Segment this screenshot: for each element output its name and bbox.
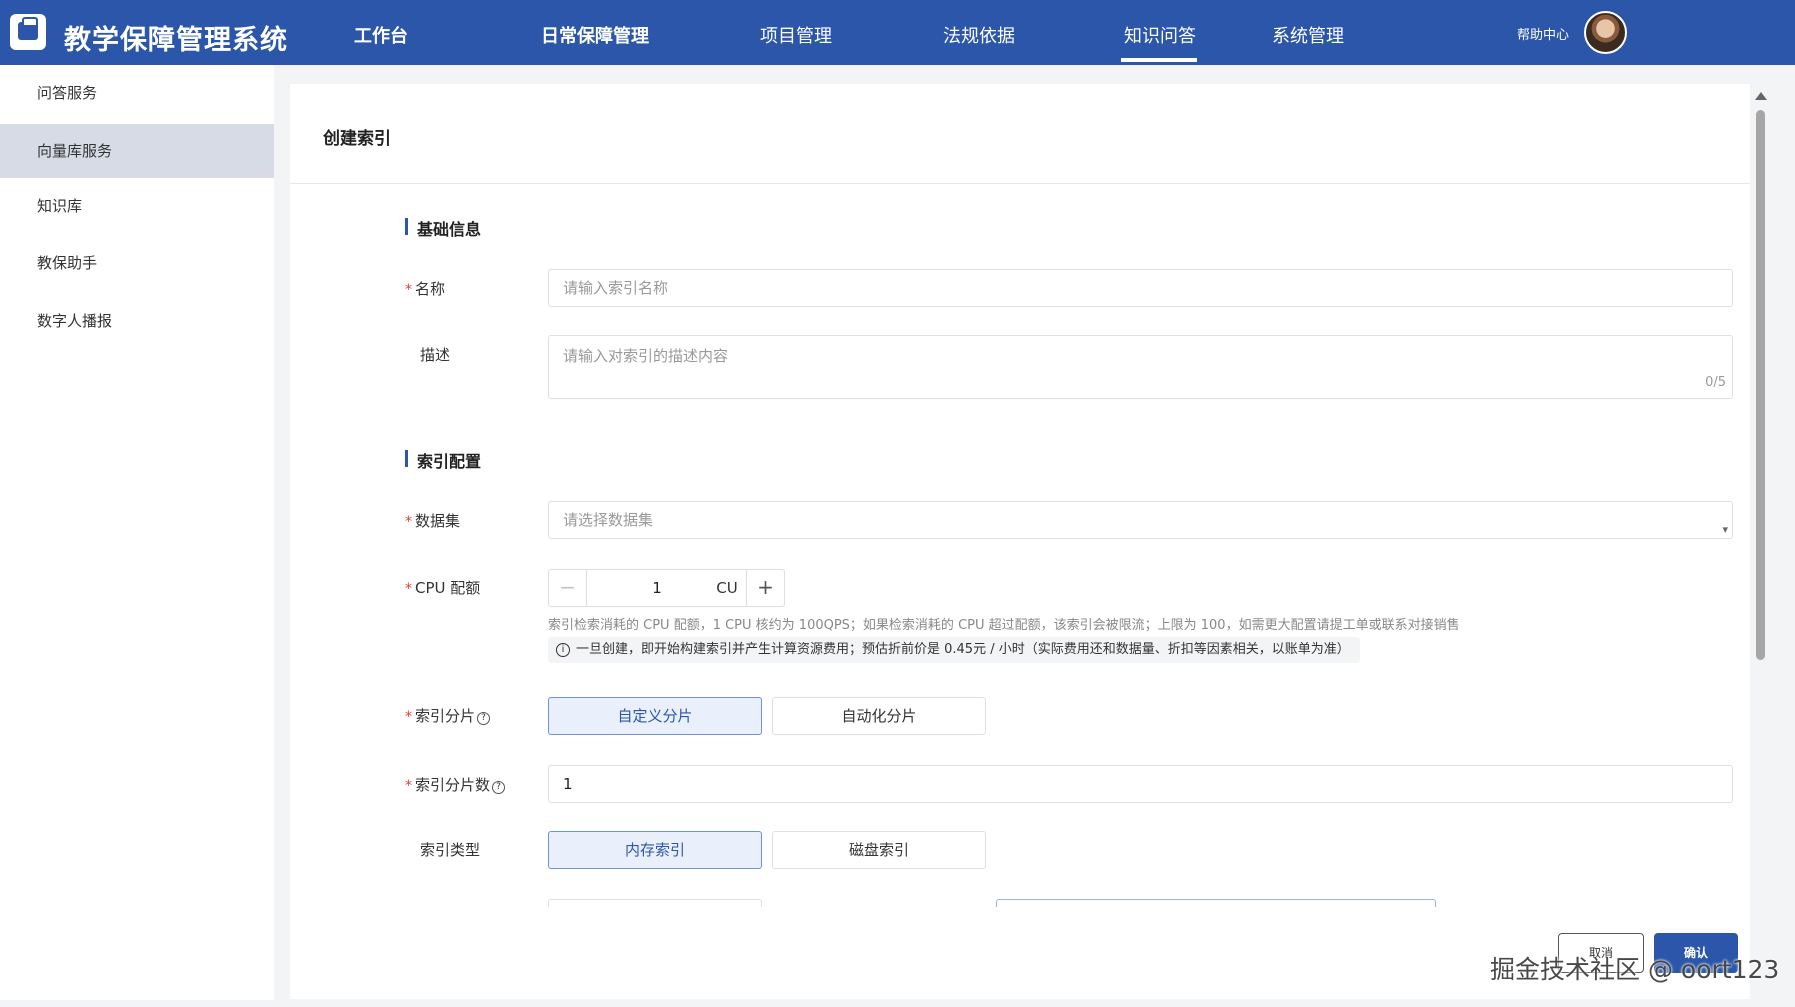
cpu-quota-stepper: − 1 CU +	[548, 569, 785, 607]
help-center-link[interactable]: 帮助中心	[1517, 24, 1569, 43]
cpu-quota-hint: 索引检索消耗的 CPU 配额，1 CPU 核约为 100QPS；如果检索消耗的 …	[548, 618, 1460, 633]
index-type-memory-option[interactable]: 内存索引	[548, 831, 762, 869]
help-question-icon[interactable]: ?	[492, 781, 506, 794]
sidebar-item-vector-db[interactable]: 向量库服务	[0, 124, 274, 178]
index-type-label: 索引类型	[420, 841, 481, 859]
name-label: * 名称	[405, 280, 446, 298]
scrollbar-thumb[interactable]	[1756, 110, 1765, 660]
nav-workbench[interactable]: 工作台	[354, 22, 408, 48]
dataset-label: * 数据集	[405, 512, 461, 530]
cpu-quota-value[interactable]: 1	[589, 570, 725, 606]
info-icon: i	[556, 643, 570, 657]
nav-active-indicator	[1121, 58, 1197, 62]
shard-custom-option[interactable]: 自定义分片	[548, 697, 762, 735]
description-textarea[interactable]: 请输入对索引的描述内容 0/5	[548, 335, 1733, 399]
nav-project-management[interactable]: 项目管理	[760, 22, 832, 48]
nav-system-management[interactable]: 系统管理	[1272, 22, 1344, 48]
description-counter: 0/5	[1705, 375, 1726, 390]
dataset-select[interactable]: 请选择数据集 ▾	[548, 501, 1733, 539]
top-bar: 教学保障管理系统 工作台 日常保障管理 项目管理 法规依据 知识问答 系统管理 …	[0, 0, 1795, 65]
app-logo-icon	[10, 14, 46, 50]
shard-count-label: * 索引分片数?	[405, 774, 506, 795]
section-basic-info: 基础信息	[405, 216, 481, 240]
cpu-quota-label: * CPU 配额	[405, 579, 481, 597]
page-title: 创建索引	[323, 129, 391, 149]
index-name-input[interactable]: 请输入索引名称	[548, 269, 1733, 307]
sidebar: 问答服务 向量库服务 知识库 教保助手 数字人播报	[0, 65, 274, 1000]
sidebar-item-digital-human[interactable]: 数字人播报	[0, 294, 274, 348]
section-index-config: 索引配置	[405, 448, 481, 472]
description-label: 描述	[420, 346, 451, 364]
user-avatar[interactable]	[1584, 11, 1627, 54]
minus-icon[interactable]: −	[549, 570, 587, 606]
index-type-disk-option[interactable]: 磁盘索引	[772, 831, 986, 869]
shard-count-input[interactable]: 1	[548, 765, 1733, 803]
watermark: 掘金技术社区 @ oort123	[1490, 955, 1780, 984]
title-divider	[290, 183, 1750, 184]
billing-notice: i 一旦创建，即开始构建索引并产生计算资源费用；预估折前价是 0.45元 / 小…	[548, 637, 1360, 663]
scroll-up-icon[interactable]	[1755, 92, 1767, 100]
chevron-down-icon: ▾	[1722, 523, 1728, 536]
app-title: 教学保障管理系统	[64, 25, 288, 56]
shard-auto-option[interactable]: 自动化分片	[772, 697, 986, 735]
cpu-unit: CU	[716, 579, 738, 597]
create-index-panel: 创建索引 基础信息 * 名称 请输入索引名称 描述 请输入对索引的描述内容 0/5…	[290, 84, 1750, 999]
nav-regulations[interactable]: 法规依据	[943, 22, 1015, 48]
nav-daily-support[interactable]: 日常保障管理	[541, 22, 649, 48]
nav-knowledge-qa[interactable]: 知识问答	[1124, 22, 1196, 48]
plus-icon[interactable]: +	[746, 570, 784, 606]
shard-label: * 索引分片?	[405, 705, 491, 726]
clipped-option	[548, 899, 762, 907]
sidebar-item-qa-service[interactable]: 问答服务	[0, 66, 274, 120]
help-question-icon[interactable]: ?	[477, 712, 491, 725]
sidebar-item-knowledge-base[interactable]: 知识库	[0, 179, 274, 233]
sidebar-item-assistant[interactable]: 教保助手	[0, 236, 274, 290]
clipped-option	[996, 899, 1436, 907]
